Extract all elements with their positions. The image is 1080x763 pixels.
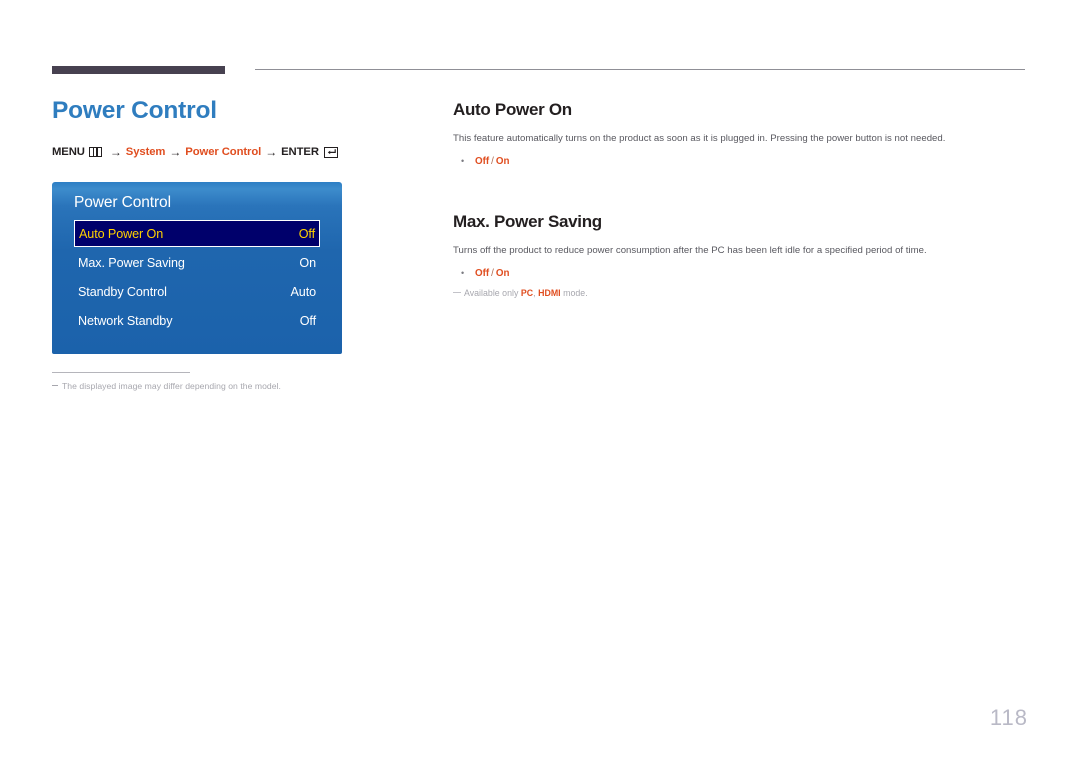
osd-row-label: Standby Control: [78, 284, 167, 299]
arrow-icon-1: →: [109, 145, 122, 160]
option-separator: /: [491, 155, 494, 167]
osd-row-value: Off: [298, 226, 315, 241]
note-suffix: mode.: [560, 287, 588, 298]
option-off: Off: [475, 155, 490, 167]
section-body-auto-power-on: This feature automatically turns on the …: [453, 133, 946, 145]
osd-panel-title: Power Control: [74, 194, 171, 211]
option-separator: /: [491, 267, 494, 279]
osd-row-network-standby[interactable]: Network Standby Off: [74, 306, 320, 335]
section-title-auto-power-on: Auto Power On: [453, 100, 572, 119]
osd-row-max-power-saving[interactable]: Max. Power Saving On: [74, 248, 320, 277]
enter-key-icon: [323, 146, 338, 158]
option-list: Off / On: [475, 156, 510, 167]
menu-path-step-system: System: [125, 146, 166, 159]
arrow-icon-3: →: [265, 145, 278, 160]
note-dash-icon: [453, 291, 461, 293]
option-on: On: [495, 155, 510, 167]
option-on: On: [495, 267, 510, 279]
osd-row-label: Auto Power On: [79, 226, 164, 241]
header-rule-line: [255, 69, 1025, 70]
footnote-text-wrapper: The displayed image may differ depending…: [52, 381, 281, 391]
menu-path-breadcrumb: MENU → System → Power Control → ENTER: [52, 145, 412, 159]
bullet-dot-icon: •: [461, 155, 465, 166]
osd-row-label: Max. Power Saving: [78, 255, 185, 270]
header-accent-bar: [52, 66, 225, 74]
menu-path-enter-label: ENTER: [281, 146, 319, 159]
osd-menu-list: Auto Power On Off Max. Power Saving On S…: [52, 220, 342, 335]
option-off: Off: [475, 267, 490, 279]
footnote-divider: [52, 372, 190, 374]
osd-row-auto-power-on[interactable]: Auto Power On Off: [74, 220, 320, 247]
page-number: 118: [989, 705, 1028, 730]
option-list: Off / On: [475, 268, 510, 279]
page-title: Power Control: [52, 97, 217, 124]
note-prefix: Available only: [464, 287, 521, 298]
osd-row-value: On: [299, 255, 316, 270]
section-options-auto-power-on: • Off / On: [453, 156, 1028, 167]
right-column: Auto Power On This feature automatically…: [453, 100, 1028, 298]
note-mode-pc: PC: [520, 287, 534, 298]
osd-menu-panel: Power Control Auto Power On Off Max. Pow…: [52, 182, 342, 354]
arrow-icon-2: →: [169, 145, 182, 160]
osd-row-label: Network Standby: [78, 313, 173, 328]
menu-path-step-power-control: Power Control: [185, 146, 262, 159]
left-column: Power Control MENU → System → Power Cont…: [52, 96, 412, 159]
osd-row-standby-control[interactable]: Standby Control Auto: [74, 277, 320, 306]
section-note-max-power-saving: Available only PC, HDMI mode.: [453, 288, 1028, 298]
footnote-text: The displayed image may differ depending…: [62, 381, 281, 391]
bullet-dot-icon: •: [461, 267, 465, 278]
osd-row-value: Auto: [290, 284, 316, 299]
menu-path-menu-label: MENU: [52, 146, 85, 159]
section-options-max-power-saving: • Off / On: [453, 268, 1028, 279]
section-title-max-power-saving: Max. Power Saving: [453, 211, 602, 231]
section-body-max-power-saving: Turns off the product to reduce power co…: [453, 245, 927, 257]
note-mode-hdmi: HDMI: [538, 287, 561, 298]
menu-grid-icon: [88, 147, 102, 158]
footnote-dash-icon: [52, 385, 58, 386]
osd-row-value: Off: [299, 313, 316, 328]
